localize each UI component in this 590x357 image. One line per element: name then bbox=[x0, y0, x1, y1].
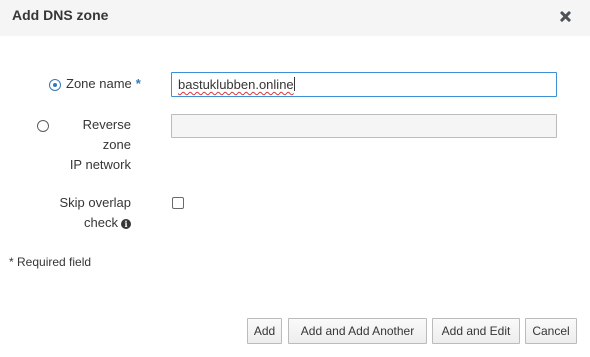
skip-overlap-label-line2-text: check bbox=[84, 215, 118, 230]
dialog-title: Add DNS zone bbox=[12, 7, 109, 23]
reverse-zone-label-line1: Reverse zone bbox=[82, 117, 131, 152]
required-field-note: * Required field bbox=[9, 255, 92, 269]
zone-name-input[interactable]: bastuklubben.online bbox=[171, 72, 557, 97]
reverse-zone-input bbox=[171, 114, 557, 138]
reverse-zone-label: Reverse zone IP network bbox=[55, 115, 131, 175]
skip-overlap-label: Skip overlap check i bbox=[40, 193, 131, 233]
info-icon[interactable]: i bbox=[121, 219, 131, 229]
add-and-add-another-button[interactable]: Add and Add Another bbox=[288, 318, 427, 344]
required-star: * bbox=[135, 76, 141, 91]
add-dns-zone-dialog: Add DNS zone Zone name * bastuklubben.onl… bbox=[0, 0, 590, 357]
zone-name-radio[interactable] bbox=[49, 79, 61, 91]
zone-name-label: Zone name * bbox=[66, 74, 141, 94]
close-icon[interactable] bbox=[557, 8, 575, 26]
add-and-edit-button[interactable]: Add and Edit bbox=[432, 318, 520, 344]
dialog-header: Add DNS zone bbox=[0, 0, 590, 36]
reverse-zone-radio[interactable] bbox=[37, 120, 49, 132]
add-button[interactable]: Add bbox=[247, 318, 282, 344]
skip-overlap-label-line1: Skip overlap bbox=[59, 195, 131, 210]
reverse-zone-label-line2: IP network bbox=[69, 157, 131, 172]
zone-name-value: bastuklubben.online bbox=[178, 77, 294, 92]
skip-overlap-label-line2: check i bbox=[40, 213, 131, 233]
skip-overlap-checkbox[interactable] bbox=[172, 197, 184, 209]
cancel-button[interactable]: Cancel bbox=[525, 318, 577, 344]
text-caret bbox=[293, 77, 295, 91]
zone-name-label-text: Zone name bbox=[66, 76, 132, 91]
